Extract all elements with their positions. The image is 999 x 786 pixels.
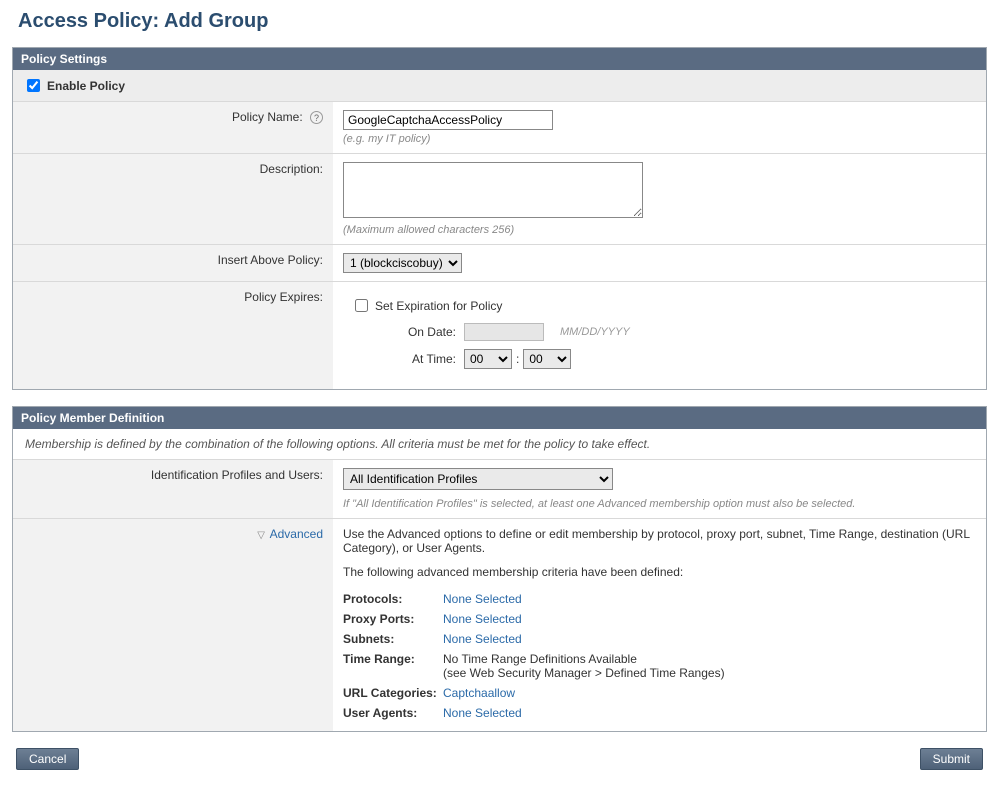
on-date-label: On Date: bbox=[391, 325, 456, 339]
url-categories-value[interactable]: Captchaallow bbox=[443, 686, 515, 700]
date-format-hint: MM/DD/YYYY bbox=[560, 326, 630, 338]
id-profiles-hint: If "All Identification Profiles" is sele… bbox=[343, 498, 976, 510]
cancel-button[interactable]: Cancel bbox=[16, 748, 79, 770]
url-categories-label: URL Categories: bbox=[343, 683, 443, 703]
time-range-value-1: No Time Range Definitions Available bbox=[443, 652, 637, 666]
proxy-ports-value[interactable]: None Selected bbox=[443, 612, 522, 626]
advanced-criteria-table: Protocols: None Selected Proxy Ports: No… bbox=[343, 589, 731, 723]
description-hint: (Maximum allowed characters 256) bbox=[343, 224, 976, 236]
insert-above-label: Insert Above Policy: bbox=[13, 245, 333, 282]
policy-member-header: Policy Member Definition bbox=[13, 407, 986, 429]
user-agents-value[interactable]: None Selected bbox=[443, 706, 522, 720]
minute-select[interactable]: 00 bbox=[523, 349, 571, 369]
policy-settings-header: Policy Settings bbox=[13, 48, 986, 70]
set-expiration-checkbox[interactable] bbox=[355, 299, 368, 312]
enable-policy-row: Enable Policy bbox=[13, 70, 986, 102]
time-range-label: Time Range: bbox=[343, 649, 443, 683]
policy-member-note: Membership is defined by the combination… bbox=[13, 429, 986, 460]
button-row: Cancel Submit bbox=[12, 748, 987, 770]
chevron-down-icon: ▽ bbox=[257, 530, 265, 541]
at-time-label: At Time: bbox=[391, 352, 456, 366]
id-profiles-select[interactable]: All Identification Profiles bbox=[343, 468, 613, 490]
subnets-label: Subnets: bbox=[343, 629, 443, 649]
description-label: Description: bbox=[13, 154, 333, 245]
protocols-value[interactable]: None Selected bbox=[443, 592, 522, 606]
submit-button[interactable]: Submit bbox=[920, 748, 983, 770]
hour-select[interactable]: 00 bbox=[464, 349, 512, 369]
advanced-intro-2: The following advanced membership criter… bbox=[343, 565, 976, 579]
proxy-ports-label: Proxy Ports: bbox=[343, 609, 443, 629]
user-agents-label: User Agents: bbox=[343, 703, 443, 723]
advanced-content: Use the Advanced options to define or ed… bbox=[343, 527, 976, 723]
help-icon[interactable]: ? bbox=[310, 111, 323, 124]
time-separator: : bbox=[516, 352, 519, 366]
advanced-intro-1: Use the Advanced options to define or ed… bbox=[343, 527, 976, 555]
id-profiles-label: Identification Profiles and Users: bbox=[13, 460, 333, 519]
enable-policy-checkbox[interactable] bbox=[27, 79, 40, 92]
time-range-value-2: (see Web Security Manager > Defined Time… bbox=[443, 666, 725, 680]
policy-name-label: Policy Name: bbox=[232, 110, 303, 124]
policy-name-input[interactable] bbox=[343, 110, 553, 130]
policy-settings-panel: Policy Settings Enable Policy Policy Nam… bbox=[12, 47, 987, 390]
enable-policy-label: Enable Policy bbox=[47, 79, 125, 93]
set-expiration-label: Set Expiration for Policy bbox=[375, 299, 502, 313]
policy-settings-form: Policy Name: ? (e.g. my IT policy) Descr… bbox=[13, 102, 986, 389]
policy-expires-label: Policy Expires: bbox=[13, 282, 333, 390]
subnets-value[interactable]: None Selected bbox=[443, 632, 522, 646]
policy-name-hint: (e.g. my IT policy) bbox=[343, 133, 976, 145]
protocols-label: Protocols: bbox=[343, 589, 443, 609]
policy-member-form: Identification Profiles and Users: All I… bbox=[13, 460, 986, 731]
insert-above-select[interactable]: 1 (blockciscobuy) bbox=[343, 253, 462, 273]
page-title: Access Policy: Add Group bbox=[18, 10, 987, 33]
advanced-toggle[interactable]: Advanced bbox=[270, 527, 323, 541]
description-textarea[interactable] bbox=[343, 162, 643, 218]
on-date-input[interactable] bbox=[464, 323, 544, 341]
policy-member-panel: Policy Member Definition Membership is d… bbox=[12, 406, 987, 732]
